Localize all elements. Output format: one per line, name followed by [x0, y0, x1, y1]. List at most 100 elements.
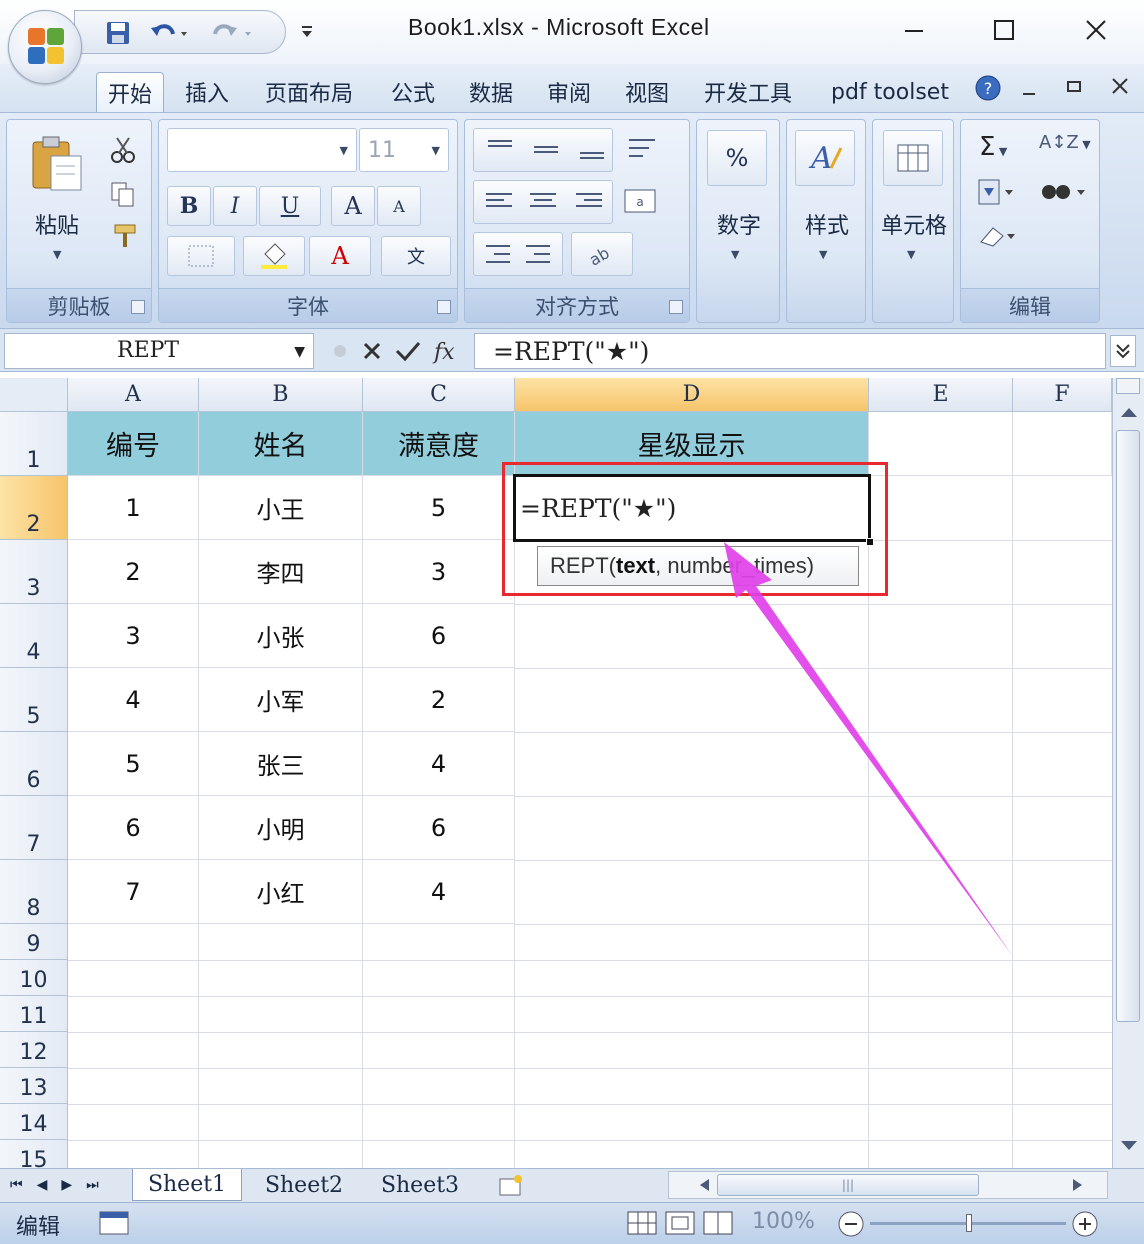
italic-icon[interactable]: I: [213, 186, 257, 226]
insert-function-icon[interactable]: fx: [432, 337, 462, 365]
fill-color-icon[interactable]: [243, 236, 305, 276]
cells-dropdown-icon[interactable]: ▼: [907, 248, 915, 261]
row-header-8[interactable]: 8: [0, 860, 68, 924]
zoom-level[interactable]: 100%: [752, 1209, 815, 1234]
column-header-e[interactable]: E: [869, 378, 1013, 412]
maximize-icon[interactable]: [982, 10, 1026, 50]
tab-page-layout[interactable]: 页面布局: [252, 72, 366, 112]
font-size-select[interactable]: 11 ▼: [359, 128, 449, 172]
tab-review[interactable]: 审阅: [536, 72, 602, 112]
borders-icon[interactable]: [167, 236, 235, 276]
row-header-2[interactable]: 2: [0, 476, 68, 540]
ribbon-minimize-icon[interactable]: [1020, 82, 1038, 104]
indent-buttons[interactable]: [473, 232, 563, 276]
styles-icon[interactable]: A: [795, 130, 855, 186]
underline-icon[interactable]: U: [259, 186, 321, 226]
font-launcher-icon[interactable]: [437, 300, 451, 314]
column-header-c[interactable]: C: [363, 378, 515, 412]
cells-label[interactable]: 单元格: [873, 208, 955, 240]
row-header-14[interactable]: 14: [0, 1104, 68, 1140]
cell-b1[interactable]: 姓名: [199, 412, 363, 476]
cells-icon[interactable]: [883, 130, 943, 186]
paste-icon[interactable]: [29, 134, 85, 198]
sheet-tab-1[interactable]: Sheet1: [132, 1169, 242, 1201]
number-dropdown-icon[interactable]: ▼: [731, 248, 739, 261]
formula-input[interactable]: =REPT("★"): [474, 333, 1106, 369]
row-header-10[interactable]: 10: [0, 960, 68, 996]
name-box-dropdown-icon[interactable]: ▼: [294, 344, 305, 360]
alignment-launcher-icon[interactable]: [669, 300, 683, 314]
decrease-font-icon[interactable]: A: [377, 186, 421, 226]
row-header-4[interactable]: 4: [0, 604, 68, 668]
cell-a1[interactable]: 编号: [68, 412, 199, 476]
styles-dropdown-icon[interactable]: ▼: [819, 248, 827, 261]
number-label[interactable]: 数字: [705, 208, 773, 240]
minimize-icon[interactable]: [892, 10, 936, 50]
sheet-tab-2[interactable]: Sheet2: [250, 1169, 358, 1201]
zoom-in-icon[interactable]: [1070, 1209, 1100, 1243]
autosum-icon[interactable]: Σ ▼: [979, 132, 1007, 162]
row-header-6[interactable]: 6: [0, 732, 68, 796]
font-color-icon[interactable]: A: [309, 236, 371, 276]
scroll-down-icon[interactable]: [1119, 1138, 1139, 1157]
tab-pdf-toolset[interactable]: pdf toolset: [818, 72, 962, 112]
scroll-up-icon[interactable]: [1119, 404, 1139, 423]
tab-home[interactable]: 开始: [96, 72, 164, 112]
tab-developer[interactable]: 开发工具: [692, 72, 804, 112]
format-painter-icon[interactable]: [111, 222, 139, 254]
close-icon[interactable]: [1074, 10, 1118, 50]
workbook-close-icon[interactable]: [1110, 76, 1130, 100]
vertical-scroll-thumb[interactable]: [1116, 430, 1140, 1022]
clear-icon[interactable]: [977, 222, 1017, 254]
sort-filter-icon[interactable]: A↕Z ▼: [1039, 132, 1091, 153]
horizontal-scrollbar[interactable]: |||: [668, 1171, 1108, 1199]
redo-icon[interactable]: [211, 19, 255, 47]
wrap-text-icon[interactable]: [625, 134, 665, 168]
page-layout-view-icon[interactable]: [664, 1209, 696, 1237]
column-header-d[interactable]: D: [515, 378, 869, 412]
scroll-right-icon[interactable]: [1071, 1177, 1085, 1197]
help-icon[interactable]: ?: [974, 74, 1002, 106]
customize-qat-icon[interactable]: [300, 18, 314, 46]
row-header-13[interactable]: 13: [0, 1068, 68, 1104]
orientation-icon[interactable]: ab: [571, 232, 633, 276]
cancel-entry-icon[interactable]: [360, 339, 384, 363]
percent-button[interactable]: %: [707, 130, 767, 186]
confirm-entry-icon[interactable]: [394, 339, 422, 363]
expand-formula-bar-icon[interactable]: [1110, 335, 1136, 367]
sheet-tab-3[interactable]: Sheet3: [366, 1169, 474, 1201]
undo-icon[interactable]: [149, 19, 189, 47]
scroll-left-icon[interactable]: [697, 1177, 711, 1197]
tab-view[interactable]: 视图: [614, 72, 680, 112]
sheet-nav-icons[interactable]: ⏮◀▶⏭: [10, 1177, 113, 1193]
ribbon-restore-icon[interactable]: [1064, 76, 1084, 100]
name-box[interactable]: REPT ▼: [4, 333, 314, 369]
save-icon[interactable]: [105, 19, 131, 47]
cut-icon[interactable]: [109, 136, 137, 168]
row-header-3[interactable]: 3: [0, 540, 68, 604]
merge-center-icon[interactable]: a: [623, 186, 673, 220]
split-box[interactable]: [1116, 378, 1140, 394]
bold-icon[interactable]: B: [167, 186, 211, 226]
office-button[interactable]: [8, 10, 82, 84]
zoom-out-icon[interactable]: [836, 1209, 866, 1243]
styles-label[interactable]: 样式: [793, 208, 861, 240]
increase-font-icon[interactable]: A: [331, 186, 375, 226]
row-header-15[interactable]: 15: [0, 1140, 68, 1168]
column-header-f[interactable]: F: [1013, 378, 1112, 412]
row-header-1[interactable]: 1: [0, 412, 68, 476]
tab-insert[interactable]: 插入: [174, 72, 240, 112]
column-header-b[interactable]: B: [199, 378, 363, 412]
copy-icon[interactable]: [109, 180, 137, 212]
cell-e1[interactable]: [869, 412, 1013, 476]
phonetic-icon[interactable]: 文: [381, 236, 451, 276]
column-header-a[interactable]: A: [68, 378, 199, 412]
row-header-5[interactable]: 5: [0, 668, 68, 732]
tab-formulas[interactable]: 公式: [380, 72, 446, 112]
cell-f1[interactable]: [1013, 412, 1112, 476]
find-select-icon[interactable]: [1039, 178, 1089, 210]
fill-icon[interactable]: [977, 178, 1017, 210]
horizontal-align-buttons[interactable]: [473, 180, 613, 224]
font-name-select[interactable]: ▼: [167, 128, 357, 172]
tab-data[interactable]: 数据: [458, 72, 524, 112]
